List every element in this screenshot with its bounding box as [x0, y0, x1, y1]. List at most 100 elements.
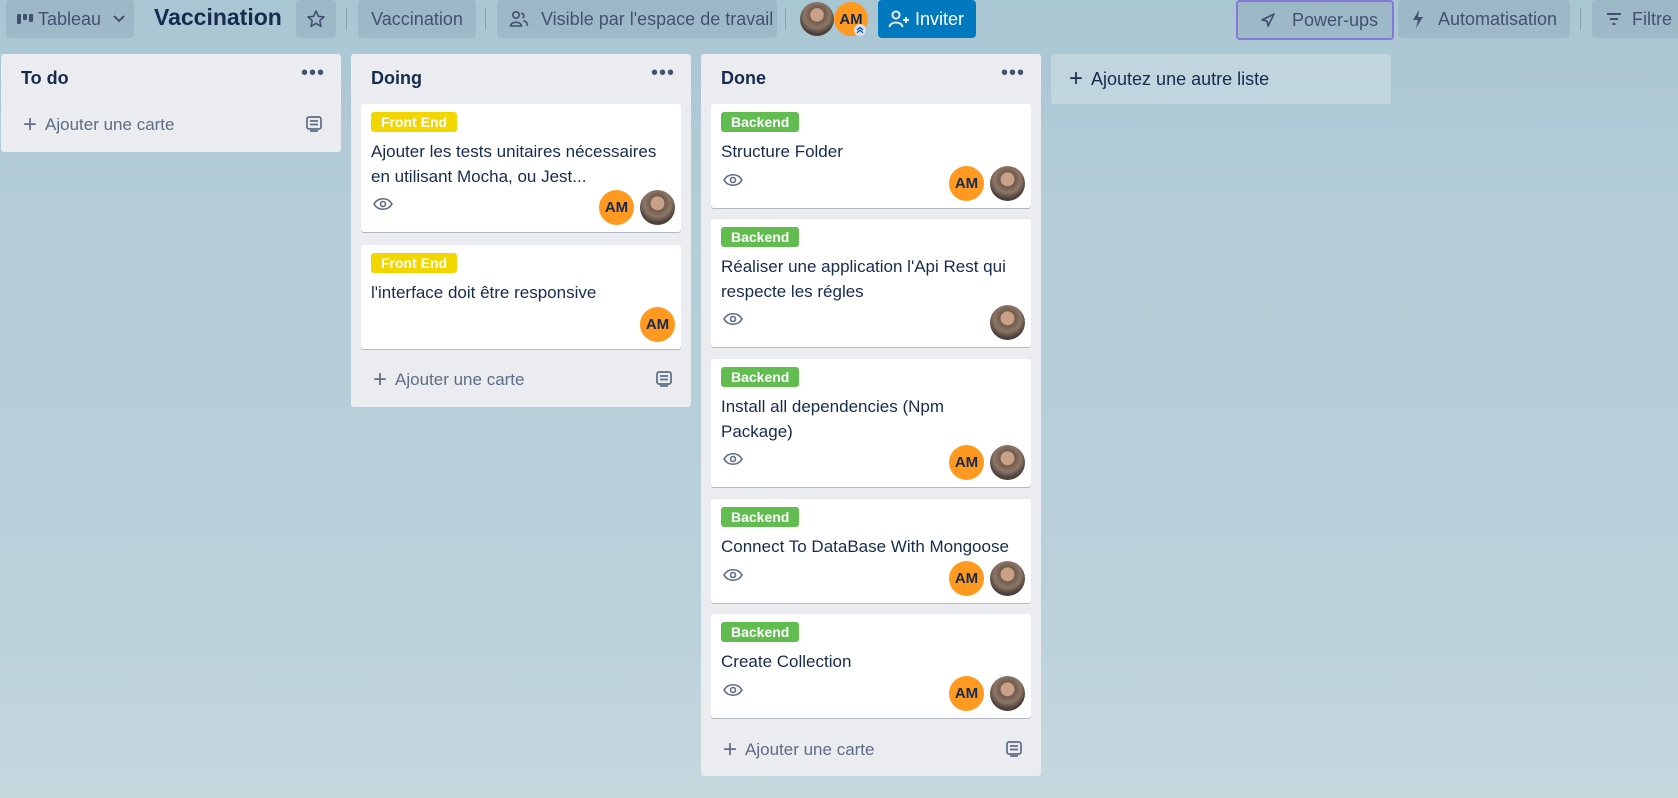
- card[interactable]: Front End l'interface doit être responsi…: [361, 245, 681, 349]
- visibility-button[interactable]: Visible par l'espace de travail: [497, 0, 777, 38]
- card-template-icon[interactable]: [305, 115, 323, 133]
- member-avatar[interactable]: [990, 561, 1025, 596]
- list-doing: Doing ••• Front End Ajouter les tests un…: [351, 54, 691, 407]
- workspace-visibility-icon: [509, 10, 529, 27]
- member-initials: AM: [954, 685, 979, 702]
- list-title[interactable]: Done: [721, 68, 766, 89]
- invite-button[interactable]: Inviter: [878, 0, 976, 38]
- card-members: AM: [949, 561, 1025, 596]
- filter-label: Filtre: [1632, 8, 1672, 29]
- card-members: AM: [640, 307, 675, 342]
- add-list-button[interactable]: + Ajoutez une autre liste: [1051, 54, 1391, 104]
- member-avatar[interactable]: [640, 190, 675, 225]
- chevron-down-icon: [113, 15, 125, 23]
- member-avatar[interactable]: [990, 676, 1025, 711]
- add-card-label: Ajouter une carte: [45, 115, 175, 134]
- plus-icon: +: [23, 111, 38, 138]
- card[interactable]: Backend Install all dependencies (Npm Pa…: [711, 359, 1031, 487]
- board-header: Tableau Vaccination Vaccination Visible …: [0, 0, 1678, 40]
- add-card-button[interactable]: + Ajouter une carte: [1, 105, 341, 145]
- card-members: AM: [599, 190, 675, 225]
- workspace-label: Vaccination: [371, 8, 463, 29]
- add-member-icon: [888, 10, 909, 28]
- rocket-icon: [1261, 13, 1275, 27]
- member-avatar-am[interactable]: AM: [949, 561, 984, 596]
- card-label-backend: Backend: [721, 367, 800, 387]
- eye-icon: [723, 683, 743, 697]
- card-members: AM: [949, 445, 1025, 480]
- member-avatar[interactable]: [990, 166, 1025, 201]
- card[interactable]: Front End Ajouter les tests unitaires né…: [361, 104, 681, 232]
- card[interactable]: Backend Réaliser une application l'Api R…: [711, 219, 1031, 347]
- add-list-label: Ajoutez une autre liste: [1091, 68, 1270, 89]
- member-avatar-am[interactable]: AM: [949, 676, 984, 711]
- power-ups-button[interactable]: Power-ups: [1236, 0, 1394, 40]
- add-card-label: Ajouter une carte: [395, 370, 525, 389]
- plus-icon: +: [723, 736, 738, 763]
- header-separator: [485, 8, 486, 30]
- card-members: AM: [949, 676, 1025, 711]
- card-label-backend: Backend: [721, 112, 800, 132]
- card-title: Structure Folder: [721, 142, 843, 161]
- add-card-label: Ajouter une carte: [745, 740, 875, 759]
- invite-label: Inviter: [915, 8, 965, 29]
- list-menu-button[interactable]: •••: [1001, 62, 1025, 85]
- card-template-icon[interactable]: [1005, 740, 1023, 758]
- header-separator: [346, 8, 347, 30]
- star-button[interactable]: [296, 0, 336, 38]
- lightning-icon: [1413, 10, 1423, 28]
- list-menu-button[interactable]: •••: [301, 62, 325, 85]
- member-initials: AM: [954, 454, 979, 471]
- eye-icon: [373, 197, 393, 211]
- card-label-backend: Backend: [721, 227, 800, 247]
- list-to-do: To do ••• + Ajouter une carte: [1, 54, 341, 152]
- card-label-backend: Backend: [721, 507, 800, 527]
- card-template-icon[interactable]: [655, 370, 673, 388]
- add-card-button[interactable]: + Ajouter une carte: [701, 730, 1041, 770]
- card-title: Create Collection: [721, 652, 852, 671]
- member-avatar[interactable]: [800, 2, 834, 36]
- card-title: Connect To DataBase With Mongoose: [721, 537, 1009, 556]
- member-avatar[interactable]: [990, 305, 1025, 340]
- member-avatar-am[interactable]: AM: [640, 307, 675, 342]
- visibility-label: Visible par l'espace de travail: [541, 8, 774, 29]
- member-initials: AM: [645, 316, 670, 333]
- eye-icon: [723, 452, 743, 466]
- list-title[interactable]: Doing: [371, 68, 422, 89]
- plus-icon: +: [1069, 65, 1084, 92]
- view-switcher-button[interactable]: Tableau: [6, 0, 134, 38]
- list-done: Done ••• Backend Structure Folder AM Bac…: [701, 54, 1041, 776]
- header-separator: [785, 8, 786, 30]
- add-card-button[interactable]: + Ajouter une carte: [351, 360, 691, 400]
- member-avatar-am[interactable]: AM: [949, 166, 984, 201]
- card-label-front-end: Front End: [371, 253, 458, 273]
- eye-icon: [723, 173, 743, 187]
- automation-button[interactable]: Automatisation: [1398, 0, 1570, 38]
- star-icon: [307, 10, 325, 28]
- card[interactable]: Backend Structure Folder AM: [711, 104, 1031, 208]
- plus-icon: +: [373, 366, 388, 393]
- member-avatar-am[interactable]: AM: [949, 445, 984, 480]
- board-members: AM: [800, 2, 876, 36]
- member-initials: AM: [954, 570, 979, 587]
- eye-icon: [723, 568, 743, 582]
- card-label-backend: Backend: [721, 622, 800, 642]
- card[interactable]: Backend Create Collection AM: [711, 614, 1031, 718]
- filter-icon: [1607, 13, 1621, 25]
- power-ups-label: Power-ups: [1292, 9, 1379, 30]
- card[interactable]: Backend Connect To DataBase With Mongoos…: [711, 499, 1031, 603]
- board-icon: [17, 14, 33, 24]
- board-title[interactable]: Vaccination: [154, 4, 282, 31]
- filter-button[interactable]: Filtre: [1592, 0, 1678, 38]
- eye-icon: [723, 312, 743, 326]
- list-menu-button[interactable]: •••: [651, 62, 675, 85]
- member-initials: AM: [604, 199, 629, 216]
- card-label-front-end: Front End: [371, 112, 458, 132]
- list-title[interactable]: To do: [21, 68, 69, 89]
- workspace-button[interactable]: Vaccination: [358, 0, 476, 38]
- card-title: Ajouter les tests unitaires nécessaires …: [371, 142, 657, 186]
- member-avatar[interactable]: [990, 445, 1025, 480]
- card-title: Install all dependencies (Npm Package): [721, 397, 945, 441]
- member-avatar-am[interactable]: AM: [599, 190, 634, 225]
- header-separator: [1580, 8, 1581, 30]
